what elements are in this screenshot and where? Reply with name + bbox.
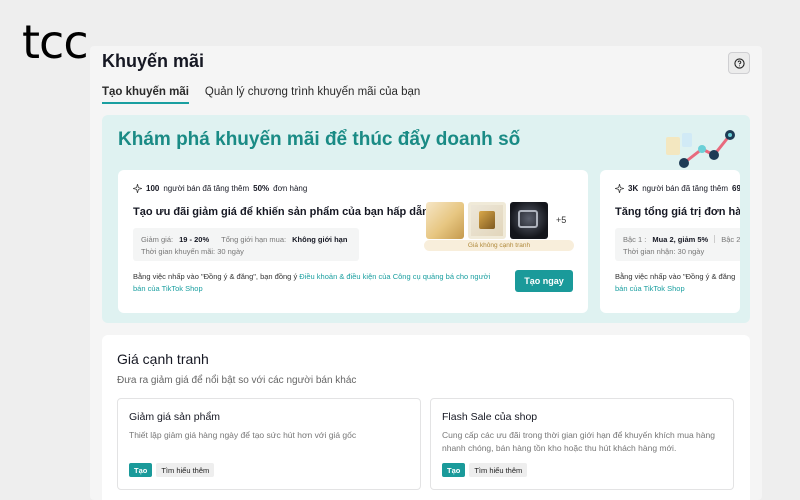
option-description: Thiết lập giảm giá hàng ngày để tạo sức …: [129, 430, 357, 440]
duration-text: Thời gian nhận: 30 ngày: [623, 246, 705, 256]
terms-link[interactable]: bán của TikTok Shop: [615, 284, 685, 293]
page-title: Khuyến mãi: [102, 51, 205, 71]
help-button[interactable]: [728, 52, 750, 74]
promotions-panel: Khuyến mãi Tạo khuyến mãi Quản lý chương…: [90, 46, 762, 500]
card-title: Tăng tổng giá trị đơn hàn: [615, 206, 740, 218]
product-thumbnail: [510, 202, 548, 239]
more-products-count: +5: [556, 215, 567, 225]
tier1-value: Mua 2, giảm 5%: [652, 234, 709, 244]
competitive-price-section: Giá cạnh tranh Đưa ra giảm giá để nổi bậ…: [102, 335, 750, 500]
create-now-button[interactable]: Tạo ngay: [515, 270, 573, 292]
terms-prefix: Bằng việc nhấp vào "Đồng ý & đăng", bạn …: [133, 272, 298, 281]
stat-text: người bán đã tăng thêm: [642, 184, 729, 193]
section-subtitle: Đưa ra giảm giá để nổi bật so với các ng…: [117, 375, 357, 386]
tier2-label: Bậc 2: [721, 234, 740, 244]
option-flash-sale: Flash Sale của shop Cung cấp các ưu đãi …: [430, 398, 734, 490]
terms-prefix: Bằng việc nhấp vào "Đồng ý & đăng: [615, 272, 736, 281]
stat-seller-count: 3K: [628, 184, 639, 193]
sparkle-icon: [615, 184, 624, 193]
stat-text: người bán đã tăng thêm: [163, 184, 250, 193]
create-button[interactable]: Tạo: [442, 463, 466, 477]
tab-create-promotion[interactable]: Tạo khuyến mãi: [102, 86, 189, 104]
option-description: Cung cấp các ưu đãi trong thời gian giới…: [442, 430, 715, 453]
tab-bar: Tạo khuyến mãi Quản lý chương trình khuy…: [102, 86, 420, 104]
discount-value: 19 - 20%: [179, 234, 210, 244]
duration-text: Thời gian khuyến mãi: 30 ngày: [141, 246, 244, 256]
banner-title: Khám phá khuyến mãi để thúc đẩy doanh số: [118, 129, 521, 150]
divider: [714, 235, 716, 243]
product-thumbnail: [468, 202, 506, 239]
option-product-discount: Giảm giá sản phẩm Thiết lập giảm giá hàn…: [117, 398, 421, 490]
limit-value: Không giới hạn: [292, 234, 348, 244]
card-stat: 3K người bán đã tăng thêm 69: [615, 184, 740, 193]
promo-card-order-value: 3K người bán đã tăng thêm 69 Tăng tổng g…: [600, 170, 740, 313]
product-thumbnails: +5 Giá không cạnh tranh: [424, 200, 574, 252]
brand-logo: tcc: [22, 15, 89, 69]
promo-card-discount: 100 người bán đã tăng thêm 50% đơn hàng …: [118, 170, 588, 313]
competitive-price-tag: Giá không cạnh tranh: [424, 240, 574, 251]
stat-percent: 69: [732, 184, 740, 193]
stat-text-end: đơn hàng: [273, 184, 308, 193]
promotion-discovery-banner: Khám phá khuyến mãi để thúc đẩy doanh số…: [102, 115, 750, 323]
learn-more-button[interactable]: Tìm hiểu thêm: [156, 463, 215, 477]
limit-label: Tổng giới hạn mua:: [221, 234, 287, 244]
create-button[interactable]: Tạo: [129, 463, 153, 477]
option-title: Giảm giá sản phẩm: [129, 411, 221, 423]
tab-manage-promotions[interactable]: Quản lý chương trình khuyến mãi của bạn: [205, 86, 420, 104]
card-details: Bậc 1 : Mua 2, giảm 5% Bậc 2 Thời gian n…: [615, 228, 740, 261]
terms-text: Bằng việc nhấp vào "Đồng ý & đăng", bạn …: [133, 271, 503, 295]
growth-chart-icon: [666, 130, 735, 168]
sparkle-icon: [133, 184, 142, 193]
card-stat: 100 người bán đã tăng thêm 50% đơn hàng: [133, 184, 307, 193]
option-title: Flash Sale của shop: [442, 411, 538, 423]
card-title: Tạo ưu đãi giảm giá để khiến sản phẩm củ…: [133, 206, 448, 218]
option-actions: Tạo Tìm hiểu thêm: [129, 463, 215, 477]
stat-percent: 50%: [253, 184, 270, 193]
option-actions: Tạo Tìm hiểu thêm: [442, 463, 528, 477]
help-icon: [733, 57, 745, 69]
product-thumbnail: [426, 202, 464, 239]
card-details: Giảm giá: 19 - 20% Tổng giới hạn mua: Kh…: [133, 228, 359, 261]
learn-more-button[interactable]: Tìm hiểu thêm: [469, 463, 528, 477]
terms-text: Bằng việc nhấp vào "Đồng ý & đăng bán củ…: [615, 271, 740, 295]
stat-seller-count: 100: [146, 184, 160, 193]
section-title: Giá cạnh tranh: [117, 351, 209, 367]
discount-label: Giảm giá:: [141, 234, 174, 244]
tier1-label: Bậc 1 :: [623, 234, 647, 244]
